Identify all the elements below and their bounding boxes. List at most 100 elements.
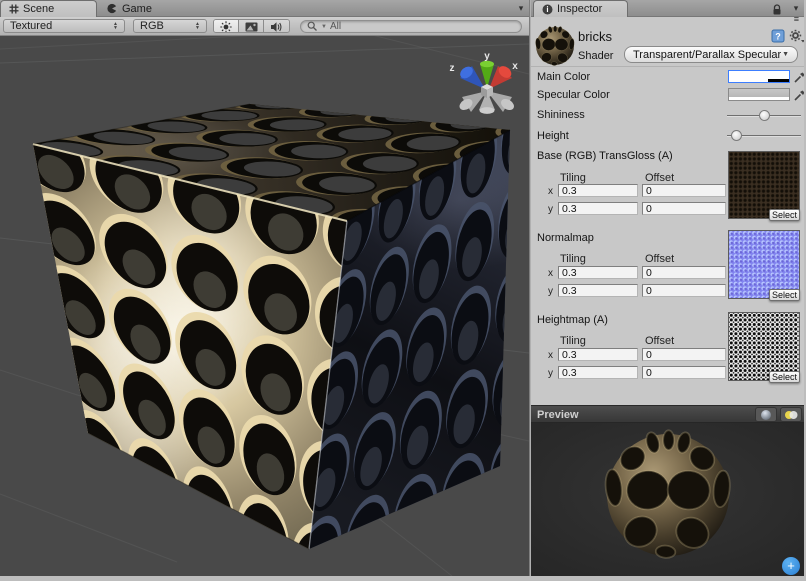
main-color-label: Main Color xyxy=(537,71,590,83)
y-row-label: y xyxy=(543,204,553,215)
normal-tiling-x-field[interactable] xyxy=(558,266,638,279)
preview-area[interactable]: + xyxy=(531,423,804,576)
render-mode-dropdown[interactable]: RGB ▲▼ xyxy=(133,19,207,33)
heightmap-select-button[interactable]: Select xyxy=(769,371,800,383)
tab-inspector-label: Inspector xyxy=(557,3,602,15)
normal-offset-y-field[interactable] xyxy=(642,284,726,297)
alpha-bar xyxy=(729,79,789,82)
alpha-bar xyxy=(729,97,789,100)
height-tiling-y-field[interactable] xyxy=(558,366,638,379)
svg-text:i: i xyxy=(546,5,548,14)
audio-toggle-button[interactable] xyxy=(264,20,289,33)
height-slider[interactable] xyxy=(727,128,801,144)
plus-icon[interactable]: + xyxy=(782,557,800,575)
inspector-tabstrip: i Inspector ▾≡ xyxy=(531,0,804,17)
speaker-icon xyxy=(270,21,283,33)
height-offset-y-field[interactable] xyxy=(642,366,726,379)
unity-editor-window: y x z Scene Game ▾≡ xyxy=(0,0,806,581)
image-icon xyxy=(245,22,258,32)
tiling-header: Tiling xyxy=(560,335,586,347)
preview-lighting-button[interactable] xyxy=(780,407,802,422)
slider-thumb[interactable] xyxy=(731,130,742,141)
eyedropper-icon[interactable] xyxy=(793,70,804,84)
preview-title: Preview xyxy=(537,409,579,421)
tab-game[interactable]: Game xyxy=(99,0,195,17)
height-tiling-x-field[interactable] xyxy=(558,348,638,361)
grid-icon xyxy=(9,4,19,14)
preview-render xyxy=(531,423,804,576)
shininess-slider[interactable] xyxy=(727,108,801,124)
eyedropper-icon[interactable] xyxy=(793,88,804,102)
draw-mode-dropdown[interactable]: Textured ▲▼ xyxy=(3,19,125,33)
inspector-pane: i Inspector ▾≡ bricks xyxy=(531,0,804,576)
offset-header: Offset xyxy=(645,172,674,184)
scene-viewport[interactable]: y x z xyxy=(0,0,529,576)
section-title-normalmap: Normalmap xyxy=(537,232,594,244)
height-offset-x-field[interactable] xyxy=(642,348,726,361)
lights-icon xyxy=(784,410,798,420)
scene-toolbar: Textured ▲▼ RGB ▲▼ xyxy=(0,17,529,36)
base-tiling-y-field[interactable] xyxy=(558,202,638,215)
lock-icon[interactable] xyxy=(772,3,782,21)
shader-value: Transparent/Parallax Specular xyxy=(633,49,781,61)
material-name: bricks xyxy=(578,29,612,44)
tab-game-label: Game xyxy=(122,3,152,15)
base-offset-y-field[interactable] xyxy=(642,202,726,215)
slider-thumb[interactable] xyxy=(759,110,770,121)
specular-color-label: Specular Color xyxy=(537,89,610,101)
scene-pane: y x z Scene Game ▾≡ xyxy=(0,0,529,576)
normal-tiling-y-field[interactable] xyxy=(558,284,638,297)
sun-icon xyxy=(220,21,232,33)
specular-color-swatch[interactable] xyxy=(728,88,790,101)
shader-dropdown[interactable]: Transparent/Parallax Specular ▼ xyxy=(624,46,798,63)
svg-text:?: ? xyxy=(775,32,781,42)
gizmo-z-label: z xyxy=(450,63,455,74)
sphere-icon xyxy=(760,409,772,421)
updown-arrows-icon: ▲▼ xyxy=(113,22,118,30)
y-row-label: y xyxy=(543,286,553,297)
preview-mesh-button[interactable] xyxy=(755,407,777,422)
lighting-toggle-button[interactable] xyxy=(214,20,239,33)
tab-scene-label: Scene xyxy=(23,3,54,15)
preview-header[interactable]: Preview xyxy=(531,405,804,423)
render-mode-value: RGB xyxy=(140,20,164,32)
y-row-label: y xyxy=(543,368,553,379)
main-color-swatch[interactable] xyxy=(728,70,790,83)
divider xyxy=(531,66,804,67)
search-icon xyxy=(307,21,318,32)
chevron-down-icon: ▼ xyxy=(321,24,327,30)
section-title-heightmap: Heightmap (A) xyxy=(537,314,608,326)
x-row-label: x xyxy=(543,268,553,279)
search-value: All xyxy=(330,21,341,32)
shader-label: Shader xyxy=(578,50,613,62)
material-ball-thumbnail xyxy=(534,25,576,67)
tiling-header: Tiling xyxy=(560,172,586,184)
game-icon xyxy=(107,3,118,14)
info-icon: i xyxy=(542,4,553,15)
skybox-toggle-button[interactable] xyxy=(239,20,264,33)
x-row-label: x xyxy=(543,350,553,361)
scene-toggle-group xyxy=(213,19,290,33)
inspector-pane-menu-icon[interactable]: ▾≡ xyxy=(794,3,800,25)
offset-header: Offset xyxy=(645,253,674,265)
normalmap-select-button[interactable]: Select xyxy=(769,289,800,301)
base-select-button[interactable]: Select xyxy=(769,209,800,221)
base-tiling-x-field[interactable] xyxy=(558,184,638,197)
gizmo-y-label: y xyxy=(484,51,490,62)
updown-arrows-icon: ▲▼ xyxy=(195,22,200,30)
shininess-label: Shininess xyxy=(537,109,585,121)
tab-scene[interactable]: Scene xyxy=(0,0,97,17)
x-row-label: x xyxy=(543,186,553,197)
height-label: Height xyxy=(537,130,569,142)
search-field[interactable]: ▼ All xyxy=(300,20,522,33)
base-offset-x-field[interactable] xyxy=(642,184,726,197)
draw-mode-value: Textured xyxy=(10,20,52,32)
gizmo-x-label: x xyxy=(512,61,518,72)
section-title-base: Base (RGB) TransGloss (A) xyxy=(537,150,673,162)
offset-header: Offset xyxy=(645,335,674,347)
scene-tabstrip: Scene Game ▾≡ xyxy=(0,0,529,17)
tab-inspector[interactable]: i Inspector xyxy=(533,0,628,17)
tiling-header: Tiling xyxy=(560,253,586,265)
chevron-down-icon: ▼ xyxy=(782,51,789,58)
normal-offset-x-field[interactable] xyxy=(642,266,726,279)
